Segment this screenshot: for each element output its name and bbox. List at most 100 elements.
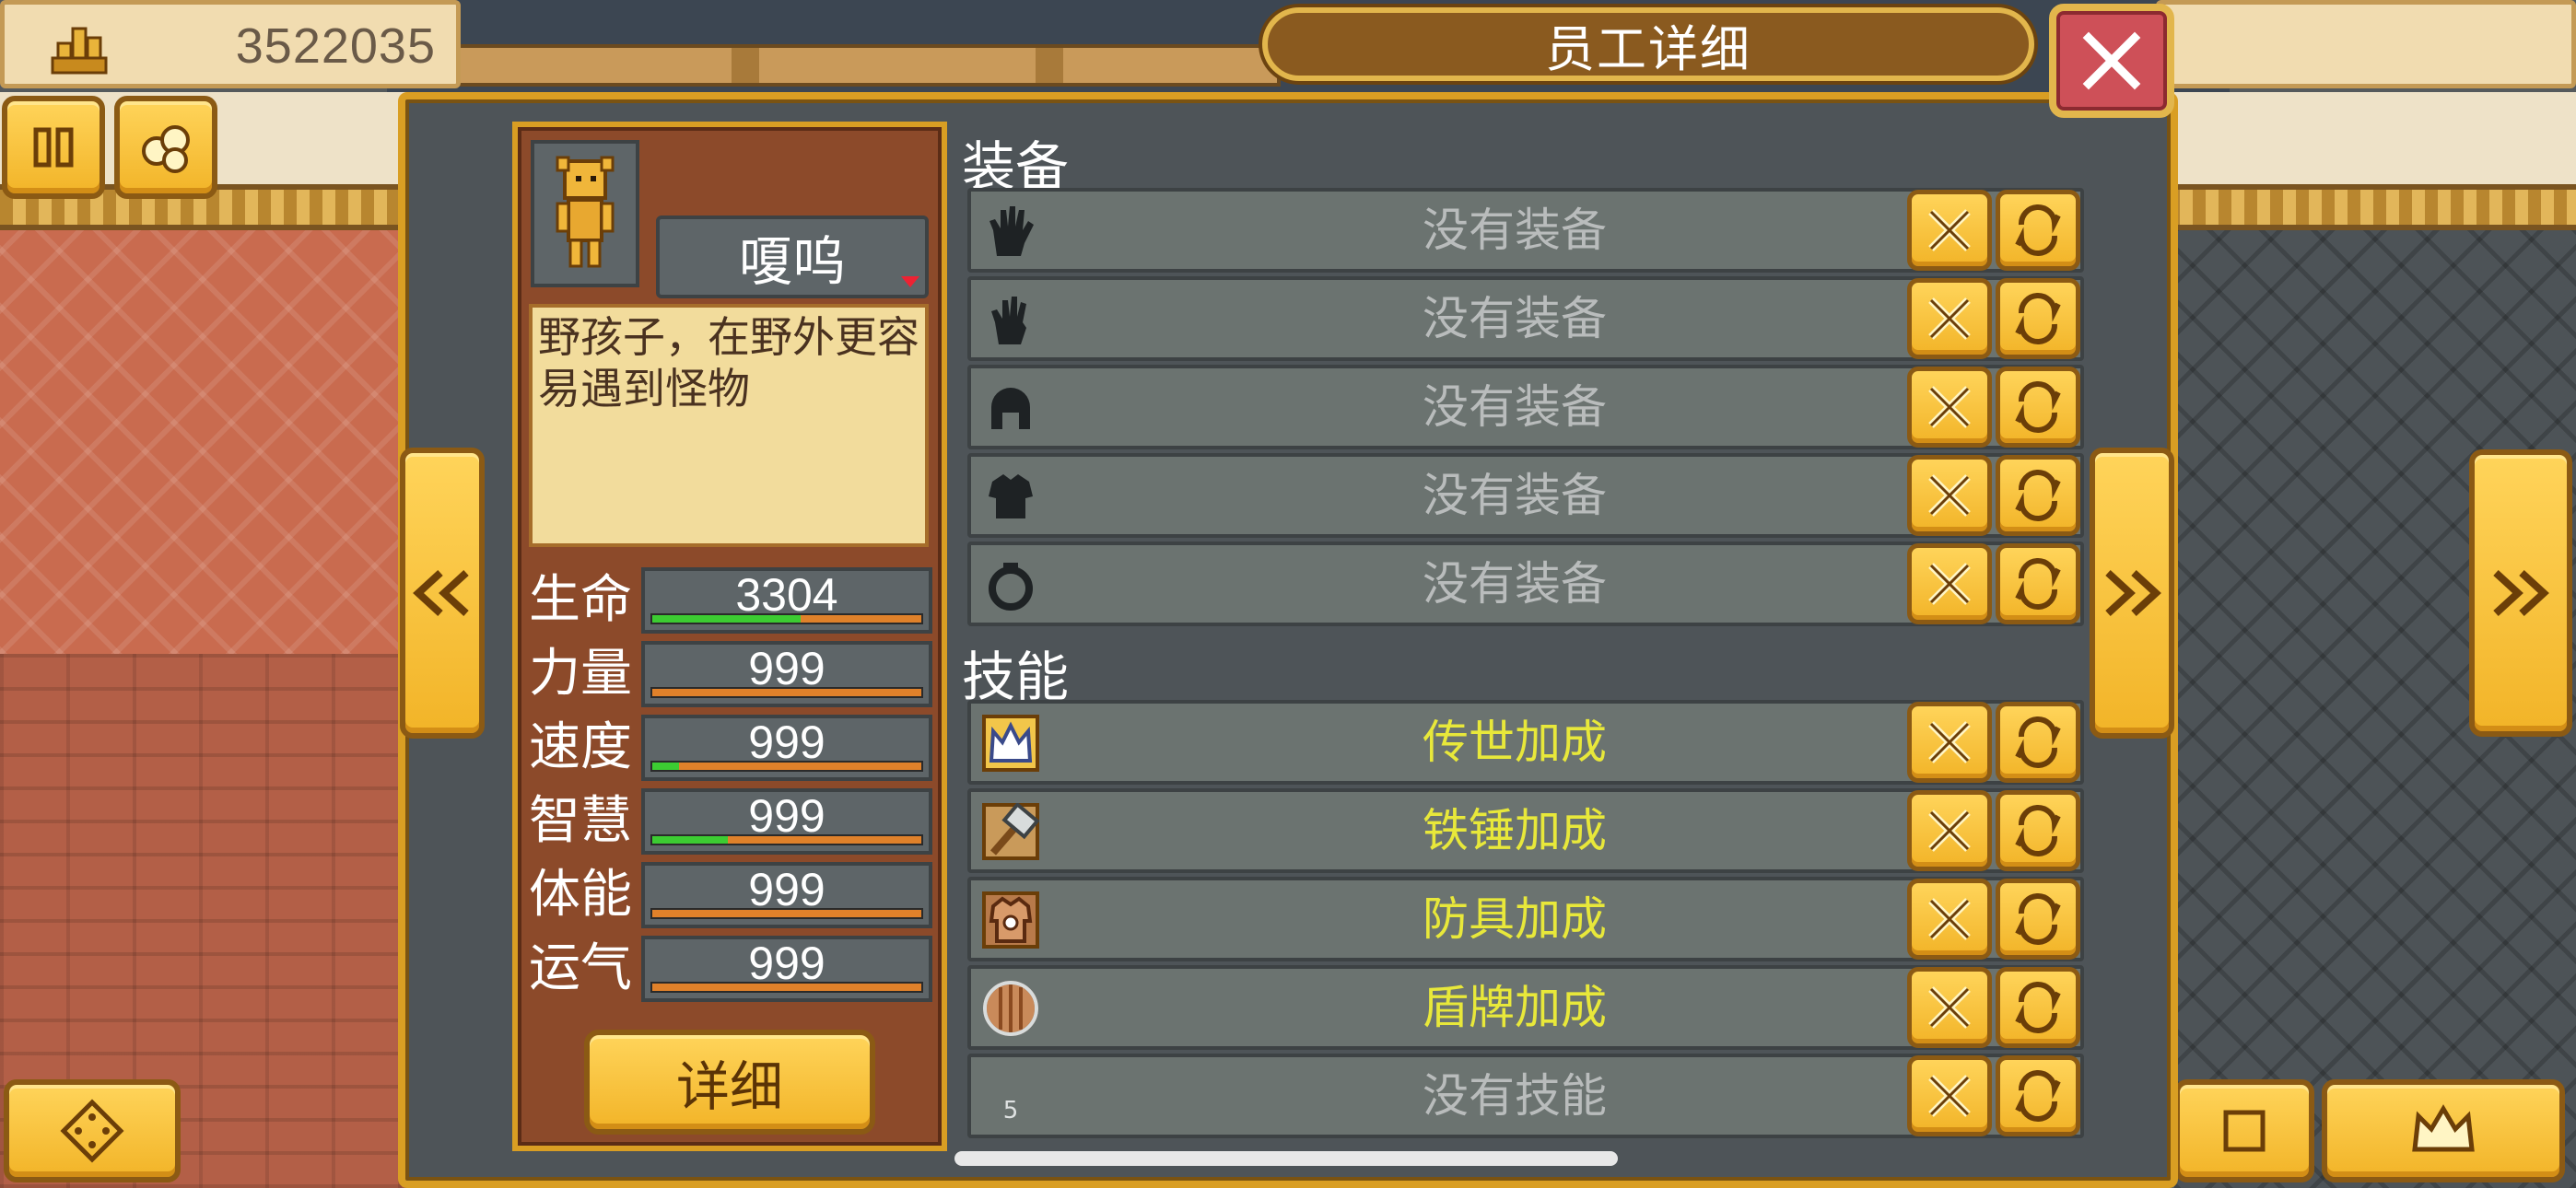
swap-equipment-button[interactable] [1996, 278, 2080, 359]
swap-icon [2015, 981, 2061, 1034]
dice-icon [60, 1099, 124, 1163]
swap-icon [2015, 380, 2061, 434]
remove-skill-button[interactable] [1907, 967, 1992, 1048]
gold-value: 3522035 [235, 18, 436, 74]
skill-slot-5[interactable]: 5 没有技能 [967, 1054, 2084, 1138]
next-page-arrow[interactable] [2469, 449, 2572, 737]
skill-slot-3[interactable]: 防具加成 [967, 877, 2084, 961]
x-icon [1928, 474, 1971, 517]
helmet-icon [980, 378, 1041, 438]
stat-value-box: 999 [641, 715, 932, 781]
stat-bar [650, 613, 923, 624]
equipment-slot-2[interactable]: 没有装备 [967, 276, 2084, 361]
swap-icon [2015, 892, 2061, 946]
stat-row-stamina: 体能 999 [529, 862, 934, 930]
detail-button[interactable]: 详细 [584, 1030, 875, 1135]
ring-icon [980, 554, 1041, 615]
equipment-slot-1[interactable]: 没有装备 [967, 188, 2084, 273]
swap-skill-button[interactable] [1996, 1055, 2080, 1136]
stat-value: 999 [748, 938, 825, 989]
double-right-arrow-icon [2105, 570, 2161, 616]
equipment-slot-4[interactable]: 没有装备 [967, 453, 2084, 538]
equipment-slot-text: 没有装备 [1423, 292, 1607, 345]
swap-equipment-button[interactable] [1996, 190, 2080, 271]
gold-stack-icon [51, 27, 108, 75]
remove-skill-button[interactable] [1907, 790, 1992, 871]
stat-value-box: 999 [641, 788, 932, 855]
empty-slot-icon: 5 [980, 1066, 1041, 1127]
unequip-button[interactable] [1907, 455, 1992, 536]
skill-name: 传世加成 [1423, 716, 1607, 769]
skill-name: 没有技能 [1423, 1069, 1607, 1123]
stat-label: 运气 [529, 938, 632, 998]
hammer-skill-icon [980, 801, 1041, 862]
character-description: 野孩子，在野外更容易遇到怪物 [529, 304, 929, 547]
close-button[interactable] [2049, 4, 2174, 118]
stat-row-strength: 力量 999 [529, 641, 934, 709]
gems-button[interactable] [114, 96, 217, 199]
stat-value-box: 999 [641, 862, 932, 928]
character-portrait [531, 140, 639, 287]
stat-bar-fill [652, 763, 680, 770]
x-icon [1928, 209, 1971, 251]
unequip-button[interactable] [1907, 367, 1992, 448]
swap-icon [2015, 469, 2061, 522]
background-beam [451, 44, 1281, 87]
x-icon [1928, 386, 1971, 428]
skill-slot-1[interactable]: 传世加成 [967, 700, 2084, 785]
x-icon [1928, 898, 1971, 940]
unequip-button[interactable] [1907, 190, 1992, 271]
character-sprite-icon [556, 156, 615, 268]
swap-equipment-button[interactable] [1996, 543, 2080, 624]
skill-slot-2[interactable]: 铁锤加成 [967, 788, 2084, 873]
skill-name: 铁锤加成 [1423, 804, 1607, 857]
swap-equipment-button[interactable] [1996, 455, 2080, 536]
dice-button[interactable] [4, 1079, 181, 1182]
stat-value: 999 [748, 864, 825, 915]
stat-bar-fill [652, 836, 728, 844]
swap-icon [2015, 716, 2061, 769]
scrollbar[interactable] [954, 1151, 1618, 1166]
stat-bar [650, 908, 923, 919]
unequip-button[interactable] [1907, 278, 1992, 359]
close-icon [2082, 31, 2141, 90]
stat-label: 体能 [529, 865, 632, 925]
pause-button[interactable] [2, 96, 105, 199]
swap-skill-button[interactable] [1996, 790, 2080, 871]
skill-slot-4[interactable]: 盾牌加成 [967, 965, 2084, 1050]
shield-skill-icon [980, 978, 1041, 1039]
crown-icon [2412, 1104, 2475, 1152]
swap-equipment-button[interactable] [1996, 367, 2080, 448]
armor-icon [980, 466, 1041, 527]
remove-skill-button[interactable] [1907, 702, 1992, 783]
equipment-slot-text: 没有装备 [1423, 469, 1607, 522]
swap-icon [2015, 804, 2061, 857]
crown-button[interactable] [2322, 1079, 2565, 1182]
skill-name: 盾牌加成 [1423, 981, 1607, 1034]
equipment-slot-text: 没有装备 [1423, 204, 1607, 257]
remove-skill-button[interactable] [1907, 879, 1992, 960]
stat-value-box: 999 [641, 936, 932, 1002]
remove-skill-button[interactable] [1907, 1055, 1992, 1136]
swap-skill-button[interactable] [1996, 967, 2080, 1048]
next-employee-button[interactable] [2090, 448, 2174, 739]
stat-label: 智慧 [529, 791, 632, 851]
character-name: 嗄呜 [738, 230, 846, 293]
stat-bar [650, 687, 923, 698]
swap-skill-button[interactable] [1996, 702, 2080, 783]
menu-button[interactable] [2174, 1079, 2314, 1182]
stat-bar [650, 761, 923, 772]
previous-employee-button[interactable] [400, 448, 485, 739]
swap-skill-button[interactable] [1996, 879, 2080, 960]
armor-skill-icon [980, 890, 1041, 950]
glove-icon [980, 201, 1041, 262]
gold-counter: 3522035 [0, 0, 461, 88]
unequip-button[interactable] [1907, 543, 1992, 624]
character-name-field[interactable]: 嗄呜 [656, 215, 929, 298]
equipment-slot-3[interactable]: 没有装备 [967, 365, 2084, 449]
scroll-icon [2223, 1110, 2266, 1152]
character-panel: 嗄呜 野孩子，在野外更容易遇到怪物 生命 3304 力量 999 速度 999 … [512, 122, 947, 1151]
stat-row-luck: 运气 999 [529, 936, 934, 1004]
skill-slot-number: 5 [1002, 1097, 1019, 1124]
equipment-slot-5[interactable]: 没有装备 [967, 542, 2084, 626]
